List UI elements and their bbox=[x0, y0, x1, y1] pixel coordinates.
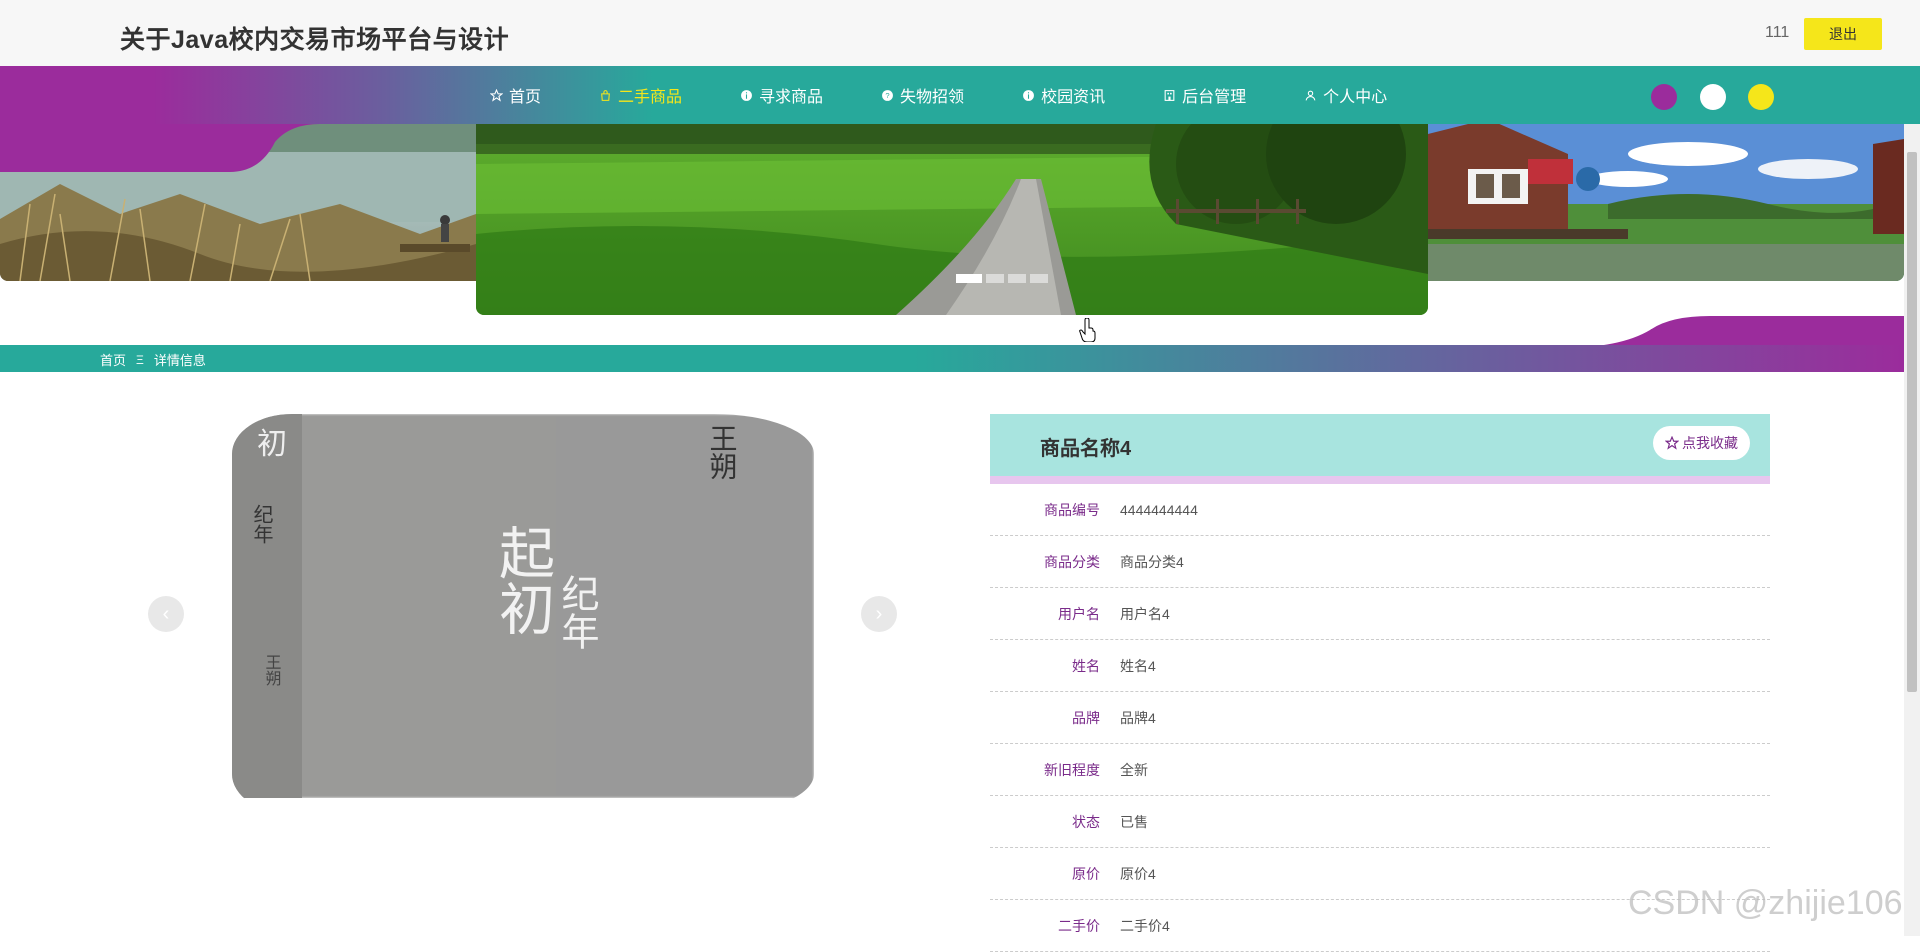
top-bar: 关于Java校内交易市场平台与设计 111 退出 bbox=[0, 0, 1920, 67]
detail-row: 用户名 用户名4 bbox=[990, 588, 1770, 640]
spine-author: 王朔 bbox=[263, 654, 282, 687]
cover-subtitle: 纪年 bbox=[555, 574, 599, 650]
nav-item-label: 个人中心 bbox=[1323, 89, 1388, 106]
banner-carousel[interactable] bbox=[476, 124, 1428, 315]
logout-button[interactable]: 退出 bbox=[1804, 18, 1882, 50]
detail-label: 用户名 bbox=[1058, 605, 1100, 622]
nav-item-label: 校园资讯 bbox=[1041, 89, 1106, 106]
banner-side-image-right bbox=[1428, 124, 1904, 281]
countryside-road-image bbox=[476, 124, 1428, 315]
detail-label: 原价 bbox=[1072, 865, 1100, 882]
breadcrumb-home[interactable]: 首页 bbox=[100, 350, 126, 369]
favorite-button[interactable]: 点我收藏 bbox=[1653, 426, 1750, 460]
gallery-prev-button[interactable]: ‹ bbox=[148, 596, 184, 632]
breadcrumb-separator: Ξ bbox=[136, 352, 144, 367]
theme-purple-button[interactable] bbox=[1651, 84, 1677, 110]
question-icon: ? bbox=[882, 89, 893, 101]
nav-items: 首页 二手商品 寻求商品 ? 失物招领 校园资讯 后台管理 个人中心 bbox=[490, 66, 1445, 124]
banner-side-image-left bbox=[0, 124, 476, 281]
carousel-indicator[interactable] bbox=[1030, 274, 1048, 283]
cover-author: 王朔 bbox=[706, 424, 739, 480]
bag-icon bbox=[601, 89, 610, 101]
nav-item-lost-found[interactable]: ? 失物招领 bbox=[881, 83, 964, 107]
nav-item-admin[interactable]: 后台管理 bbox=[1163, 83, 1246, 107]
detail-label: 品牌 bbox=[1072, 709, 1100, 726]
info-icon bbox=[741, 89, 752, 101]
detail-row: 新旧程度 全新 bbox=[990, 744, 1770, 796]
breadcrumb-bar bbox=[0, 345, 1904, 372]
carousel-indicator[interactable] bbox=[956, 274, 982, 283]
nav-item-secondhand[interactable]: 二手商品 bbox=[599, 83, 682, 107]
user-icon bbox=[1305, 90, 1316, 100]
detail-label: 状态 bbox=[1072, 813, 1100, 830]
hand-cursor-icon bbox=[1079, 318, 1096, 342]
main-nav: 首页 二手商品 寻求商品 ? 失物招领 校园资讯 后台管理 个人中心 bbox=[0, 66, 1920, 124]
detail-value: 已售 bbox=[1120, 813, 1148, 830]
breadcrumb: 首页 Ξ 详情信息 bbox=[100, 350, 206, 369]
nav-item-label: 首页 bbox=[509, 89, 542, 106]
star-icon bbox=[490, 88, 503, 102]
farmhouse-scene-image bbox=[1428, 124, 1904, 281]
theme-yellow-button[interactable] bbox=[1748, 84, 1774, 110]
username: 111 bbox=[1765, 24, 1790, 41]
carousel-indicator[interactable] bbox=[1008, 274, 1026, 283]
nav-item-profile[interactable]: 个人中心 bbox=[1304, 83, 1387, 107]
detail-value: 全新 bbox=[1120, 761, 1148, 778]
nav-item-seek[interactable]: 寻求商品 bbox=[740, 83, 823, 107]
product-name: 商品名称4 bbox=[1040, 438, 1132, 460]
favorite-label: 点我收藏 bbox=[1682, 435, 1738, 451]
product-image: 初 纪年 王朔 起初 纪年 王朔 bbox=[232, 414, 814, 814]
carousel-indicator[interactable] bbox=[986, 274, 1004, 283]
nav-item-label: 后台管理 bbox=[1182, 89, 1247, 106]
detail-value: 品牌4 bbox=[1120, 709, 1156, 726]
detail-header: 商品名称4 点我收藏 bbox=[990, 414, 1770, 484]
gallery-next-button[interactable]: › bbox=[861, 596, 897, 632]
detail-label: 姓名 bbox=[1072, 657, 1100, 674]
nav-wave-decoration bbox=[0, 124, 320, 172]
svg-text:?: ? bbox=[885, 91, 889, 100]
detail-value: 商品分类4 bbox=[1120, 553, 1184, 570]
detail-row: 状态 已售 bbox=[990, 796, 1770, 848]
page-scrollbar-thumb[interactable] bbox=[1907, 152, 1917, 692]
detail-row: 商品分类 商品分类4 bbox=[990, 536, 1770, 588]
site-title: 关于Java校内交易市场平台与设计 bbox=[120, 26, 510, 54]
detail-label: 商品分类 bbox=[1044, 553, 1100, 570]
detail-label: 商品编号 bbox=[1044, 501, 1100, 518]
detail-value: 原价4 bbox=[1120, 865, 1156, 882]
detail-row: 商品编号 4444444444 bbox=[990, 484, 1770, 536]
nav-item-home[interactable]: 首页 bbox=[490, 83, 541, 107]
spine-title: 初 bbox=[257, 427, 287, 462]
nav-item-label: 失物招领 bbox=[900, 89, 965, 106]
star-outline-icon bbox=[1665, 436, 1679, 450]
detail-value: 用户名4 bbox=[1120, 605, 1170, 622]
watermark: CSDN @zhijie106 bbox=[1628, 884, 1903, 922]
detail-value: 4444444444 bbox=[1120, 501, 1198, 518]
cover-title: 起初 bbox=[490, 524, 555, 636]
product-image-gallery: 初 纪年 王朔 起初 纪年 王朔 bbox=[232, 414, 814, 814]
nav-item-label: 二手商品 bbox=[618, 89, 683, 106]
carousel-indicators bbox=[956, 274, 1048, 283]
nav-item-news[interactable]: 校园资讯 bbox=[1022, 83, 1105, 107]
detail-value: 姓名4 bbox=[1120, 657, 1156, 674]
product-detail-panel: 商品名称4 点我收藏 商品编号 4444444444 商品分类 商品分类4 用户… bbox=[990, 414, 1770, 952]
detail-row: 品牌 品牌4 bbox=[990, 692, 1770, 744]
detail-value: 二手价4 bbox=[1120, 917, 1170, 934]
breadcrumb-wave-decoration bbox=[1560, 316, 1904, 348]
spine-subtitle: 纪年 bbox=[250, 504, 274, 544]
building-icon bbox=[1164, 89, 1175, 101]
detail-label: 二手价 bbox=[1058, 917, 1100, 934]
breadcrumb-current: 详情信息 bbox=[153, 353, 206, 368]
info-icon bbox=[1023, 89, 1034, 101]
detail-row: 姓名 姓名4 bbox=[990, 640, 1770, 692]
detail-label: 新旧程度 bbox=[1044, 761, 1100, 778]
nav-item-label: 寻求商品 bbox=[759, 89, 824, 106]
theme-white-button[interactable] bbox=[1700, 84, 1726, 110]
